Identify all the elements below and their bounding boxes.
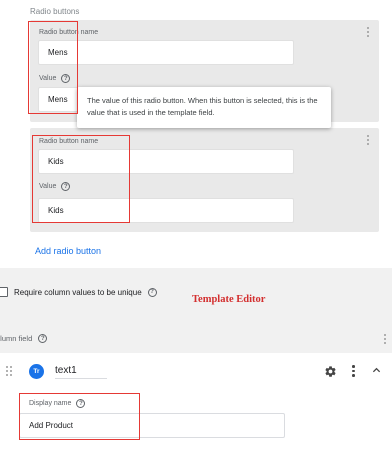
field-editor-panel: Tr text1 Display name ? Add Product: [0, 353, 392, 450]
more-vert-icon[interactable]: [384, 334, 388, 346]
display-name-input[interactable]: Add Product: [19, 413, 285, 438]
gear-icon[interactable]: [324, 365, 337, 378]
radio-buttons-panel: Radio buttons Radio button name Mens Val…: [0, 0, 392, 268]
help-icon[interactable]: ?: [147, 287, 157, 297]
value-help-tooltip: The value of this radio button. When thi…: [77, 87, 331, 128]
more-vert-icon[interactable]: [365, 27, 371, 39]
display-name-label: Display name ?: [29, 399, 86, 408]
help-icon[interactable]: ?: [61, 74, 71, 83]
section-title: Radio buttons: [30, 7, 80, 16]
radio-button-name-input[interactable]: Kids: [38, 149, 294, 174]
template-editor-annotation: Template Editor: [192, 294, 266, 305]
unique-values-label: Require column values to be unique: [14, 287, 142, 297]
help-icon[interactable]: ?: [38, 334, 48, 343]
field-name-input[interactable]: text1: [55, 365, 107, 379]
value-label: Value ?: [39, 74, 71, 83]
add-radio-button-link[interactable]: Add radio button: [35, 246, 101, 256]
drag-handle-icon[interactable]: [6, 366, 12, 376]
value-label: Value ?: [39, 182, 71, 191]
column-field-label: olumn field: [0, 334, 33, 343]
help-icon[interactable]: ?: [76, 399, 86, 408]
unique-values-row: Require column values to be unique ?: [0, 287, 157, 297]
chevron-up-icon[interactable]: [372, 366, 381, 375]
more-vert-icon[interactable]: [365, 135, 371, 147]
radio-button-name-label: Radio button name: [39, 138, 99, 145]
unique-values-checkbox[interactable]: [0, 287, 8, 297]
column-field-header: olumn field ?: [0, 334, 48, 343]
radio-button-card: Radio button name Kids Value ? Kids: [30, 128, 379, 232]
more-vert-icon[interactable]: [352, 365, 356, 379]
help-icon[interactable]: ?: [61, 182, 71, 191]
text-type-icon: Tr: [29, 364, 44, 379]
radio-button-name-input[interactable]: Mens: [38, 40, 294, 65]
radio-button-name-label: Radio button name: [39, 29, 99, 36]
value-input[interactable]: Kids: [38, 198, 294, 223]
